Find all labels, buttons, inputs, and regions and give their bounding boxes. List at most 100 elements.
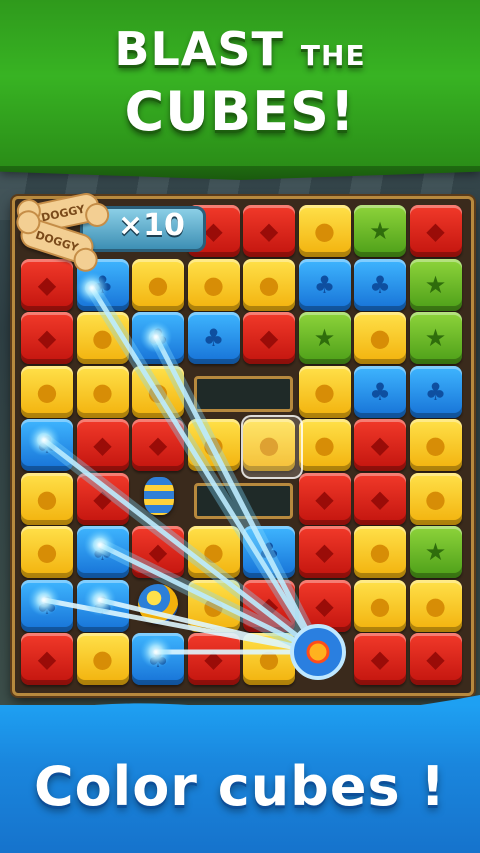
yellow-cube[interactable]: ● bbox=[298, 419, 351, 471]
red-cube[interactable]: ◆ bbox=[354, 472, 406, 525]
red-cube[interactable]: ◆ bbox=[409, 205, 462, 257]
yellow-cube[interactable]: ● bbox=[21, 526, 73, 578]
red-cube-symbol: ◆ bbox=[315, 484, 334, 513]
blue-cube[interactable]: ♣ bbox=[132, 312, 184, 364]
yellow-cube[interactable]: ● bbox=[243, 258, 295, 311]
yellow-cube[interactable]: ● bbox=[76, 633, 129, 685]
red-cube-symbol: ◆ bbox=[259, 324, 279, 352]
red-cube[interactable]: ◆ bbox=[21, 258, 73, 311]
yellow-cube-symbol: ● bbox=[314, 431, 335, 459]
red-cube[interactable]: ◆ bbox=[409, 633, 462, 685]
green-cube[interactable]: ★ bbox=[409, 526, 462, 578]
glass-cover bbox=[241, 415, 303, 479]
red-cube[interactable]: ◆ bbox=[243, 312, 295, 364]
blue-cube[interactable]: ♣ bbox=[187, 312, 240, 364]
blue-cube[interactable]: ♣ bbox=[132, 633, 184, 685]
red-cube[interactable]: ◆ bbox=[132, 526, 184, 578]
blue-cube[interactable]: ♣ bbox=[409, 365, 462, 418]
red-cube-symbol: ◆ bbox=[37, 324, 57, 352]
yellow-cube[interactable]: ● bbox=[409, 472, 462, 525]
rocket-icon[interactable] bbox=[144, 476, 174, 515]
blue-cube[interactable]: ♣ bbox=[243, 526, 295, 578]
green-cube[interactable]: ★ bbox=[409, 312, 462, 364]
yellow-cube-symbol: ● bbox=[36, 538, 58, 566]
color-blast-icon[interactable] bbox=[292, 626, 344, 678]
yellow-cube[interactable]: ● bbox=[187, 419, 240, 471]
yellow-cube-symbol: ● bbox=[92, 324, 113, 352]
blue-cube-symbol: ♣ bbox=[36, 591, 58, 620]
blue-cube-symbol: ♣ bbox=[369, 270, 391, 299]
title-line-2: CUBES! bbox=[124, 80, 356, 143]
red-cube[interactable]: ◆ bbox=[132, 419, 184, 471]
green-cube-symbol: ★ bbox=[313, 324, 336, 352]
red-cube-symbol: ◆ bbox=[426, 645, 445, 673]
title-banner: BLAST THE CUBES! bbox=[0, 0, 480, 170]
blue-cube-symbol: ♣ bbox=[147, 324, 169, 352]
red-cube[interactable]: ◆ bbox=[298, 579, 351, 632]
green-cube-symbol: ★ bbox=[424, 270, 447, 299]
yellow-cube[interactable]: ● bbox=[354, 312, 406, 364]
yellow-cube[interactable]: ● bbox=[298, 205, 351, 257]
red-cube-symbol: ◆ bbox=[37, 270, 57, 299]
yellow-cube[interactable]: ● bbox=[409, 579, 462, 632]
red-cube[interactable]: ◆ bbox=[298, 472, 351, 525]
yellow-cube[interactable]: ● bbox=[187, 258, 240, 311]
yellow-cube[interactable]: ● bbox=[409, 419, 462, 471]
red-cube[interactable]: ◆ bbox=[298, 526, 351, 578]
yellow-cube[interactable]: ● bbox=[76, 365, 129, 418]
yellow-cube[interactable]: ● bbox=[187, 526, 240, 578]
red-cube-symbol: ◆ bbox=[426, 217, 445, 245]
blue-cube[interactable]: ♣ bbox=[354, 365, 406, 418]
green-cube-symbol: ★ bbox=[369, 217, 391, 245]
green-cube-symbol: ★ bbox=[424, 324, 447, 352]
yellow-cube[interactable]: ● bbox=[132, 365, 184, 418]
title-line-1: BLAST THE bbox=[0, 22, 480, 76]
blue-cube[interactable]: ♣ bbox=[354, 258, 406, 311]
goal-count: ×10 bbox=[118, 208, 185, 243]
footer-tagline: Color cubes ! bbox=[33, 755, 447, 818]
yellow-cube[interactable]: ● bbox=[21, 472, 73, 525]
red-cube-symbol: ◆ bbox=[148, 538, 168, 566]
color-bomb-icon[interactable] bbox=[138, 583, 178, 624]
yellow-cube-symbol: ● bbox=[36, 484, 58, 513]
blue-cube-symbol: ♣ bbox=[313, 270, 336, 299]
yellow-cube[interactable]: ● bbox=[243, 633, 295, 685]
green-cube[interactable]: ★ bbox=[409, 258, 462, 311]
red-cube[interactable]: ◆ bbox=[76, 472, 129, 525]
red-cube[interactable]: ◆ bbox=[21, 633, 73, 685]
blue-cube[interactable]: ♣ bbox=[21, 579, 73, 632]
red-cube[interactable]: ◆ bbox=[354, 633, 406, 685]
blue-cube-symbol: ♣ bbox=[91, 270, 114, 299]
blue-cube[interactable]: ♣ bbox=[76, 579, 129, 632]
yellow-cube-symbol: ● bbox=[425, 484, 446, 513]
yellow-cube[interactable]: ● bbox=[21, 365, 73, 418]
blue-cube[interactable]: ♣ bbox=[76, 526, 129, 578]
red-cube[interactable]: ◆ bbox=[76, 419, 129, 471]
blue-cube[interactable]: ♣ bbox=[298, 258, 351, 311]
yellow-cube-symbol: ● bbox=[92, 645, 113, 673]
red-cube-symbol: ◆ bbox=[37, 645, 57, 673]
blue-cube[interactable]: ♣ bbox=[21, 419, 73, 471]
yellow-cube-symbol: ● bbox=[258, 645, 280, 673]
yellow-cube[interactable]: ● bbox=[354, 526, 406, 578]
red-cube[interactable]: ◆ bbox=[21, 312, 73, 364]
yellow-cube-symbol: ● bbox=[147, 270, 169, 299]
green-cube[interactable]: ★ bbox=[354, 205, 406, 257]
yellow-cube[interactable]: ● bbox=[76, 312, 129, 364]
blue-cube-symbol: ♣ bbox=[369, 377, 391, 406]
red-cube[interactable]: ◆ bbox=[243, 205, 295, 257]
red-cube[interactable]: ◆ bbox=[187, 633, 240, 685]
red-cube-symbol: ◆ bbox=[204, 217, 223, 245]
yellow-cube[interactable]: ● bbox=[187, 579, 240, 632]
red-cube-symbol: ◆ bbox=[315, 591, 334, 620]
bone-label-2: DOGGY bbox=[33, 227, 81, 255]
red-cube-symbol: ◆ bbox=[204, 645, 223, 673]
green-cube[interactable]: ★ bbox=[298, 312, 351, 364]
yellow-cube[interactable]: ● bbox=[298, 365, 351, 418]
yellow-cube[interactable]: ● bbox=[132, 258, 184, 311]
blue-cube-symbol: ♣ bbox=[91, 538, 114, 566]
red-cube[interactable]: ◆ bbox=[354, 419, 406, 471]
red-cube-symbol: ◆ bbox=[259, 591, 279, 620]
yellow-cube[interactable]: ● bbox=[354, 579, 406, 632]
red-cube[interactable]: ◆ bbox=[243, 579, 295, 632]
